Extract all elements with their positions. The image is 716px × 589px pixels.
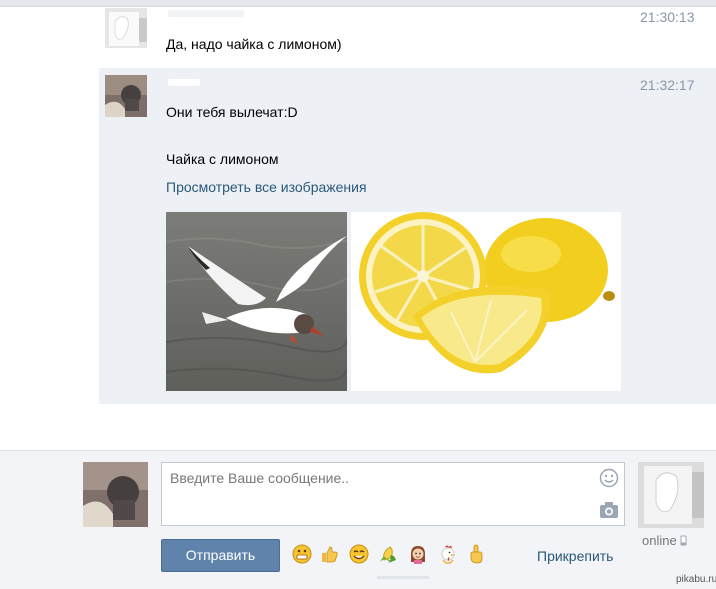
message-placeholder: Введите Ваше сообщение..: [170, 470, 350, 486]
girl-emoji-icon[interactable]: [408, 544, 428, 564]
smiling-emoji-icon[interactable]: [349, 544, 369, 564]
seagull-image[interactable]: [166, 212, 347, 391]
message-time: 21:32:17: [640, 77, 695, 93]
watermark: pikabu.ru: [676, 574, 716, 585]
top-border: [0, 0, 716, 7]
message-text: Да, надо чайка с лимоном): [166, 36, 342, 52]
contact-online-status: online: [642, 533, 687, 549]
lemon-image[interactable]: [351, 212, 621, 391]
corn-emoji-icon[interactable]: [378, 544, 398, 564]
pointing-up-emoji-icon[interactable]: [466, 544, 486, 564]
sender-name-blur: [168, 79, 200, 86]
sender-name-blur: [168, 10, 244, 17]
attach-link[interactable]: Прикрепить: [537, 548, 613, 564]
scroll-indicator: [377, 576, 429, 579]
contact-avatar[interactable]: [638, 462, 704, 528]
mobile-phone-icon: [680, 534, 687, 549]
view-all-images-link[interactable]: Просмотреть все изображения: [166, 179, 367, 195]
my-avatar[interactable]: [83, 462, 148, 527]
attachment-title: Чайка с лимоном: [166, 151, 279, 167]
send-button[interactable]: Отправить: [161, 539, 280, 572]
grinning-emoji-icon[interactable]: [292, 544, 312, 564]
message-text: Они тебя вылечат:D: [166, 104, 298, 120]
online-label: online: [642, 533, 677, 548]
rooster-emoji-icon[interactable]: [438, 544, 458, 564]
thumbs-up-emoji-icon[interactable]: [319, 544, 339, 564]
message-time: 21:30:13: [640, 9, 695, 25]
emoji-picker-icon[interactable]: [599, 468, 619, 488]
sender-avatar[interactable]: [105, 8, 147, 48]
sender-avatar[interactable]: [105, 75, 147, 117]
message-input[interactable]: Введите Ваше сообщение..: [161, 462, 625, 526]
camera-icon[interactable]: [599, 501, 619, 519]
